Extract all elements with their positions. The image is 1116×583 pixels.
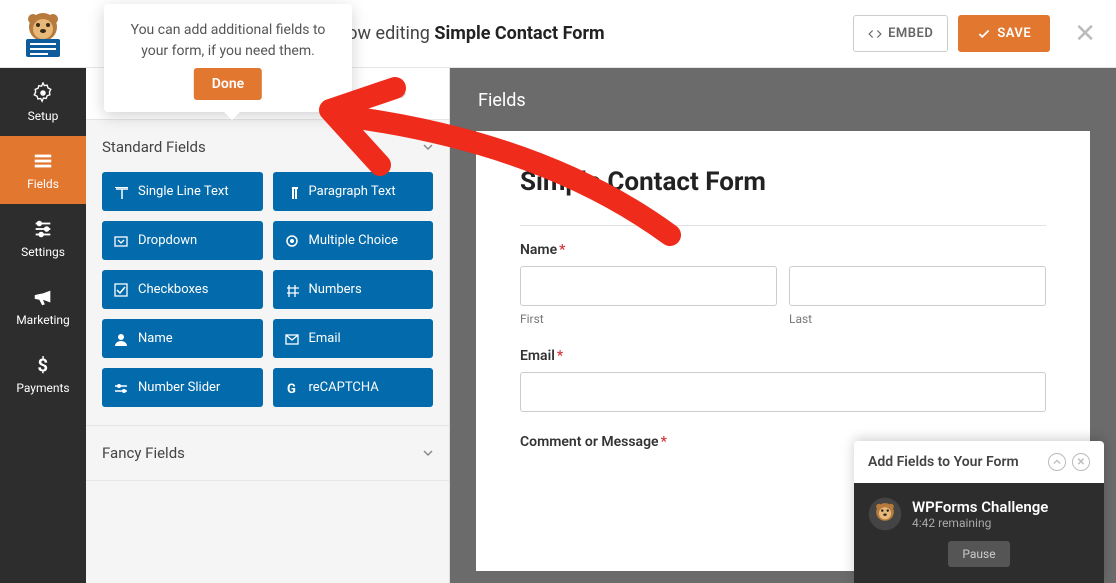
standard-fields-toggle[interactable]: Standard Fields xyxy=(102,138,433,156)
field-checkboxes[interactable]: Checkboxes xyxy=(102,270,263,309)
svg-text:$: $ xyxy=(38,355,49,376)
sidebar-item-setup[interactable]: Setup xyxy=(0,68,86,136)
check-icon xyxy=(114,283,128,297)
sidebar-item-settings[interactable]: Settings xyxy=(0,204,86,272)
sidebar-label: Payments xyxy=(16,381,69,395)
field-name[interactable]: Name xyxy=(102,319,263,358)
field-email[interactable]: Email xyxy=(273,319,434,358)
pause-button[interactable]: Pause xyxy=(948,541,1009,567)
chevron-down-icon xyxy=(423,142,433,152)
check-icon xyxy=(977,27,991,41)
sidebar-label: Marketing xyxy=(16,313,70,327)
slider-icon xyxy=(114,381,128,395)
tooltip-done-button[interactable]: Done xyxy=(194,68,262,100)
challenge-header: Add Fields to Your Form ✕ xyxy=(854,441,1104,483)
first-sublabel: First xyxy=(520,312,777,326)
chevron-right-icon xyxy=(398,89,408,99)
svg-text:G: G xyxy=(287,382,296,395)
fancy-fields-toggle[interactable]: Fancy Fields xyxy=(102,444,433,462)
tooltip-text: You can add additional fields to your fo… xyxy=(131,22,326,59)
fields-panel: Add Fields Field Options Standard Fields… xyxy=(86,68,450,583)
email-label: Email* xyxy=(520,348,1046,364)
field-numbers[interactable]: Numbers xyxy=(273,270,434,309)
close-button[interactable]: ✕ xyxy=(1074,19,1096,49)
last-name-input[interactable] xyxy=(789,266,1046,306)
preview-section-title: Fields xyxy=(450,68,1116,131)
sidebar-label: Settings xyxy=(21,245,65,259)
dollar-icon: $ xyxy=(32,354,54,376)
gear-icon xyxy=(32,82,54,104)
wpforms-logo xyxy=(0,0,86,68)
field-multiple-choice[interactable]: Multiple Choice xyxy=(273,221,434,260)
email-input[interactable] xyxy=(520,372,1046,412)
hash-icon xyxy=(285,283,299,297)
divider xyxy=(520,225,1046,226)
embed-button[interactable]: EMBED xyxy=(853,15,948,52)
field-single-line-text[interactable]: Single Line Text xyxy=(102,172,263,211)
sidebar-item-marketing[interactable]: Marketing xyxy=(0,272,86,340)
bullhorn-icon xyxy=(32,286,54,308)
google-icon: G xyxy=(285,381,299,395)
standard-fields-section: Standard Fields Single Line Text Paragrap… xyxy=(86,120,449,426)
sidebar-label: Fields xyxy=(27,177,59,191)
last-sublabel: Last xyxy=(789,312,1046,326)
field-dropdown[interactable]: Dropdown xyxy=(102,221,263,260)
field-paragraph-text[interactable]: Paragraph Text xyxy=(273,172,434,211)
email-field-block[interactable]: Email* xyxy=(520,348,1046,412)
radio-icon xyxy=(285,234,299,248)
chevron-up-icon xyxy=(1053,458,1061,466)
dismiss-button[interactable]: ✕ xyxy=(1072,453,1090,471)
bear-avatar-icon xyxy=(868,497,902,531)
text-icon xyxy=(114,185,128,199)
header-actions: EMBED SAVE ✕ xyxy=(853,15,1096,52)
sliders-icon xyxy=(32,218,54,240)
name-field-block[interactable]: Name* First Last xyxy=(520,242,1046,326)
chevron-down-icon xyxy=(423,448,433,458)
code-icon xyxy=(868,27,882,41)
name-label: Name* xyxy=(520,242,1046,258)
challenge-remaining: 4:42 remaining xyxy=(912,516,1048,530)
bear-logo-icon xyxy=(18,9,68,59)
collapse-button[interactable] xyxy=(1048,453,1066,471)
form-title: Simple Contact Form xyxy=(520,167,1046,197)
sidebar-item-fields[interactable]: Fields xyxy=(0,136,86,204)
mail-icon xyxy=(285,332,299,346)
field-recaptcha[interactable]: GreCAPTCHA xyxy=(273,368,434,407)
left-sidebar: Setup Fields Settings Marketing $ Paymen… xyxy=(0,68,86,583)
paragraph-icon xyxy=(285,185,299,199)
field-number-slider[interactable]: Number Slider xyxy=(102,368,263,407)
dropdown-icon xyxy=(114,234,128,248)
user-icon xyxy=(114,332,128,346)
sidebar-item-payments[interactable]: $ Payments xyxy=(0,340,86,408)
list-icon xyxy=(32,150,54,172)
sidebar-label: Setup xyxy=(28,109,59,123)
challenge-widget: Add Fields to Your Form ✕ WPForms Challe… xyxy=(854,441,1104,583)
challenge-title: WPForms Challenge xyxy=(912,498,1048,516)
first-name-input[interactable] xyxy=(520,266,777,306)
onboarding-tooltip: You can add additional fields to your fo… xyxy=(104,4,352,112)
fancy-fields-section: Fancy Fields xyxy=(86,426,449,481)
save-button[interactable]: SAVE xyxy=(958,15,1050,52)
